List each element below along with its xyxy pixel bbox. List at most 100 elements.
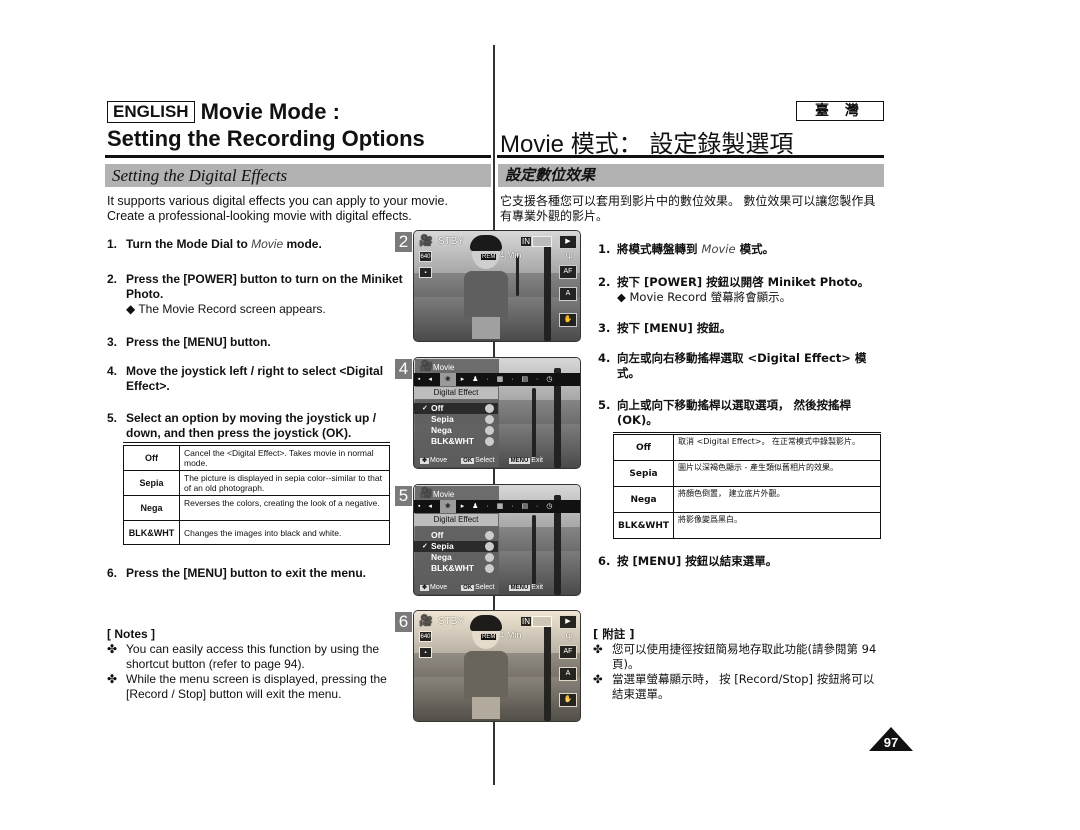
- effect-icon: [485, 404, 494, 413]
- note-item: ✤ You can easily access this function by …: [107, 642, 380, 671]
- effect-options: ✓ Off Sepia Nega BLK&WHT: [414, 403, 498, 447]
- menu-tab-strip[interactable]: ▪ ◂ ❀ ▸ ♟ · ▦ · ▤ · ◷: [414, 373, 580, 386]
- effect-icon: [485, 553, 494, 562]
- notes-title-zh: [ 附註 ]: [593, 627, 635, 641]
- table-row: Nega Reverses the colors, creating the lo…: [123, 495, 390, 521]
- joystick-icon: ✥: [420, 585, 430, 591]
- tree: [516, 256, 519, 296]
- status-stby: STBY: [438, 236, 465, 247]
- bullet-icon: ✤: [107, 642, 118, 656]
- memory-in-icon: IN: [520, 236, 532, 247]
- bullet-icon: ✤: [593, 642, 603, 656]
- playback-icon: ▶: [559, 615, 577, 629]
- option-sepia[interactable]: ✓ Sepia: [414, 541, 498, 552]
- submenu-title: Digital Effect: [414, 387, 498, 399]
- white-balance-icon: A: [559, 287, 577, 301]
- intro-text-en: It supports various digital effects you …: [107, 194, 448, 223]
- menu-key: MENU: [508, 458, 531, 464]
- step-1-zh: 1. 將模式轉盤轉到 Movie 模式。: [598, 242, 775, 256]
- menu-mode-title: Movie: [433, 363, 455, 372]
- page-title-zh: Movie 模式： 設定錄製選項: [500, 131, 794, 158]
- effect-icon: [485, 437, 494, 446]
- page-title-line2: Setting the Recording Options: [107, 126, 425, 151]
- screenshot-number: 4: [395, 359, 412, 379]
- step-4-zh: 4. 向左或向右移動搖桿選取 <Digital Effect> 模式。: [598, 351, 867, 380]
- notes-title: [ Notes ]: [107, 627, 155, 641]
- effect-icon: [485, 426, 494, 435]
- hand-stabilizer-icon: ✋: [559, 693, 577, 707]
- white-balance-icon: A: [559, 667, 577, 681]
- movie-camera-icon: 🎥: [420, 361, 433, 372]
- resolution-icon: 640: [419, 251, 432, 262]
- menu-footer: ✥ Move OK Select MENU Exit: [420, 584, 543, 591]
- menu-mode-title: Movie: [433, 490, 455, 499]
- screenshot-number: 6: [395, 612, 412, 632]
- intro-text-zh: 它支援各種您可以套用到影片中的數位效果。 數位效果可以讓您製作具有專業外觀的影片…: [500, 194, 876, 223]
- check-icon: ✓: [422, 543, 428, 550]
- effects-table-en: Off Cancel the <Digital Effect>. Takes mo…: [123, 445, 390, 545]
- antenna-icon: Ψ: [565, 252, 573, 262]
- menu-tab-strip[interactable]: ▪ ◂ ❀ ▸ ♟ · ▦ · ▤ · ◷: [414, 500, 580, 513]
- af-icon: AF: [559, 265, 577, 279]
- table-row: BLK&WHT Changes the images into black and…: [123, 520, 390, 545]
- step-2-en-note: ◆ The Movie Record screen appears.: [126, 302, 326, 316]
- remaining-time: REM 4 Min: [480, 250, 522, 261]
- step-2-en: 2. Press the [POWER] button to turn on th…: [107, 272, 407, 317]
- movie-camera-icon: 🎥: [420, 488, 433, 499]
- option-off[interactable]: Off: [414, 530, 498, 541]
- step-3-en: 3. Press the [MENU] button.: [107, 335, 271, 349]
- tree: [544, 621, 551, 721]
- step-6-zh: 6. 按 [MENU] 按鈕以結束選單。: [598, 554, 778, 568]
- option-nega[interactable]: Nega: [414, 425, 498, 436]
- note-item: ✤ While the menu screen is displayed, pre…: [107, 672, 387, 701]
- camera-screen-record: 🎥 STBY 640 ▪ REM 4 Min IN ▶ Ψ AF A ✋: [413, 230, 581, 342]
- tree: [544, 241, 551, 341]
- table-row: Off Cancel the <Digital Effect>. Takes mo…: [123, 445, 390, 471]
- step-3-zh: 3. 按下 [MENU] 按鈕。: [598, 321, 732, 335]
- joystick-icon: ✥: [420, 458, 430, 464]
- hand-stabilizer-icon: ✋: [559, 313, 577, 327]
- section-heading-en: Setting the Digital Effects: [105, 164, 491, 187]
- camera-screen-menu-off: 🎥 Movie ▪ ◂ ❀ ▸ ♟ · ▦ · ▤ · ◷ Digital Ef…: [413, 357, 581, 469]
- region-label: 臺 灣: [796, 101, 884, 121]
- table-top-rule-en: [123, 442, 390, 443]
- language-label: ENGLISH: [107, 101, 195, 123]
- movie-camera-icon: 🎥: [419, 235, 433, 247]
- effect-icon: [485, 542, 494, 551]
- option-blkwht[interactable]: BLK&WHT: [414, 436, 498, 447]
- option-off[interactable]: ✓ Off: [414, 403, 498, 414]
- header-rule-right: [497, 155, 884, 158]
- effect-icon: [485, 415, 494, 424]
- effect-icon: [485, 531, 494, 540]
- bullet-icon: ✤: [107, 672, 118, 686]
- effect-indicator-icon: ▪: [419, 647, 432, 658]
- header-english: ENGLISH Movie Mode :: [107, 101, 340, 123]
- movie-camera-icon: 🎥: [419, 615, 433, 627]
- digital-effect-tab-icon[interactable]: ❀: [439, 500, 456, 513]
- table-top-rule-zh: [613, 432, 881, 433]
- page-title-line1: Movie Mode :: [200, 99, 340, 124]
- menu-footer: ✥ Move OK Select MENU Exit: [420, 457, 543, 464]
- table-row: Sepia 圖片以深褐色顯示 - 產生類似舊相片的效果。: [612, 460, 881, 487]
- note-item: ✤ 您可以使用捷徑按鈕簡易地存取此功能(請參閱第 94 頁)。: [593, 642, 877, 671]
- playback-icon: ▶: [559, 235, 577, 249]
- quality-icon: ▪: [419, 267, 432, 278]
- page-number: 97: [883, 735, 899, 750]
- screenshot-number: 5: [395, 486, 412, 506]
- table-row: BLK&WHT 將影像變爲黑白。: [612, 512, 881, 539]
- tree: [532, 515, 536, 585]
- remaining-time: REM 4 Min: [480, 630, 522, 641]
- section-heading-zh: 設定數位效果: [498, 164, 884, 187]
- ok-key: OK: [461, 585, 475, 591]
- digital-effect-tab-icon[interactable]: ❀: [439, 373, 456, 386]
- notes-en: [ Notes ] ✤ You can easily access this fu…: [107, 627, 392, 702]
- notes-zh: [ 附註 ] ✤ 您可以使用捷徑按鈕簡易地存取此功能(請參閱第 94 頁)。 ✤ 當…: [593, 627, 883, 702]
- note-item: ✤ 當選單螢幕顯示時， 按 [Record/Stop] 按鈕將可以結束選單。: [593, 672, 875, 701]
- option-sepia[interactable]: Sepia: [414, 414, 498, 425]
- af-icon: AF: [559, 645, 577, 659]
- option-blkwht[interactable]: BLK&WHT: [414, 563, 498, 574]
- battery-icon: [532, 236, 552, 247]
- header-rule-left: [105, 155, 491, 158]
- camera-screen-record-sepia: 🎥 STBY 640 ▪ REM 4 Min IN ▶ Ψ AF A ✋: [413, 610, 581, 722]
- option-nega[interactable]: Nega: [414, 552, 498, 563]
